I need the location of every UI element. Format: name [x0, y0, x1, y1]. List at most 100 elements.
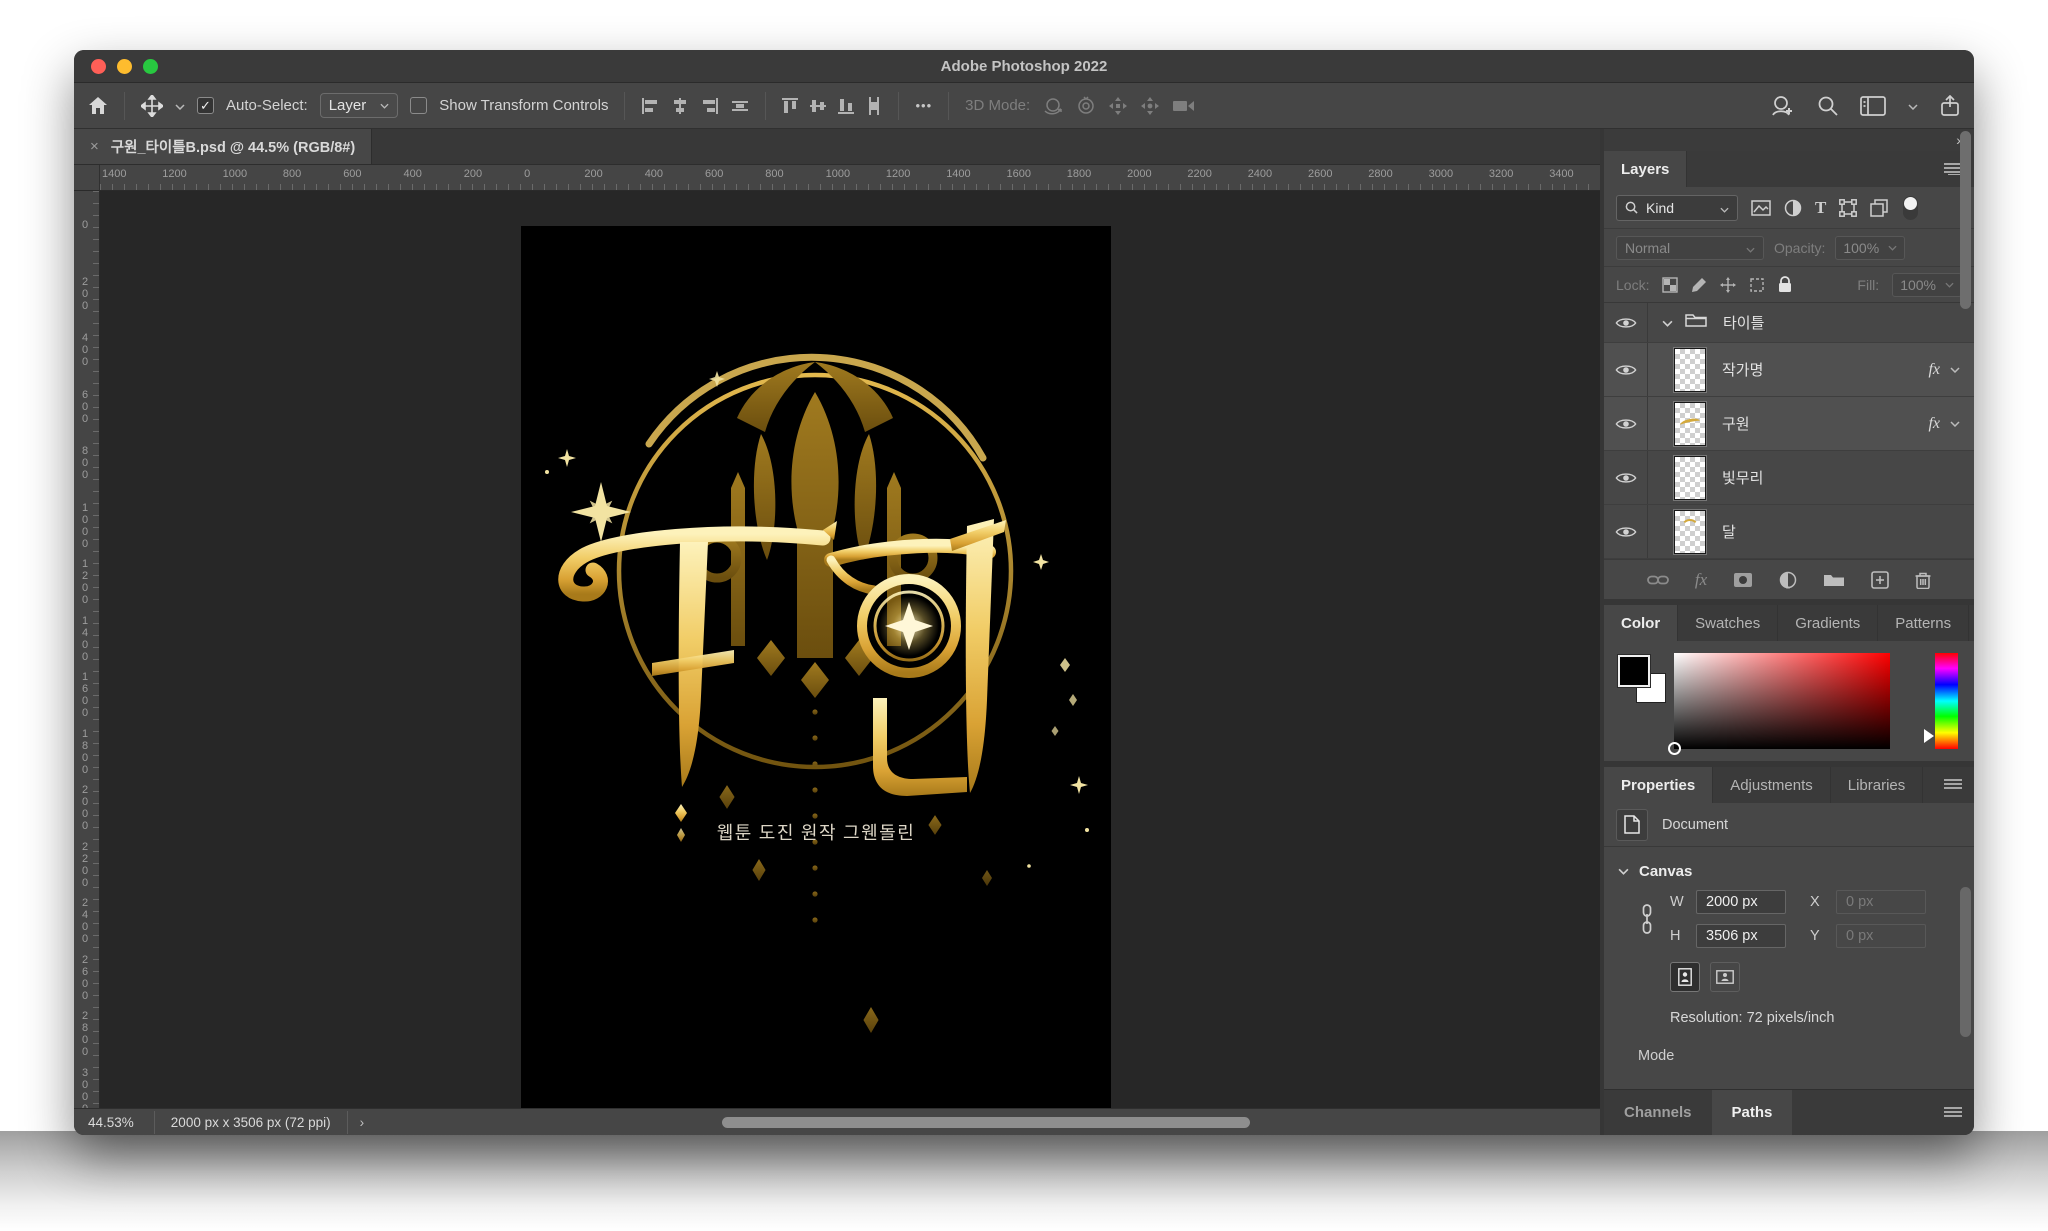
hue-slider-handle[interactable]: [1924, 729, 1934, 743]
lock-artboard-icon[interactable]: [1749, 277, 1765, 293]
auto-select-checkbox[interactable]: ✓: [197, 97, 214, 114]
visibility-eye-icon[interactable]: [1604, 505, 1648, 558]
distribute-horizontal-icon[interactable]: [731, 98, 749, 114]
bottom-panel-menu-icon[interactable]: [1932, 1090, 1974, 1135]
foreground-color-swatch[interactable]: [1618, 655, 1650, 687]
tab-swatches[interactable]: Swatches: [1678, 605, 1778, 641]
height-field[interactable]: 3506 px: [1696, 924, 1786, 948]
show-transform-checkbox[interactable]: [410, 97, 427, 114]
visibility-eye-icon[interactable]: [1604, 451, 1648, 504]
3d-camera-icon[interactable]: [1172, 98, 1196, 114]
zoom-level-field[interactable]: 44.53%: [88, 1115, 134, 1130]
lock-pixels-icon[interactable]: [1691, 277, 1707, 293]
filter-smart-objects-icon[interactable]: [1870, 199, 1888, 217]
tool-preset-chevron-icon[interactable]: [175, 97, 185, 114]
lock-transparency-icon[interactable]: [1662, 277, 1678, 293]
tab-channels[interactable]: Channels: [1604, 1090, 1712, 1135]
properties-scrollbar[interactable]: [1960, 887, 1971, 1037]
3d-roll-icon[interactable]: [1076, 96, 1096, 116]
share-user-icon[interactable]: [1771, 95, 1795, 117]
align-right-edges-icon[interactable]: [701, 98, 719, 114]
layer-row[interactable]: 빛무리: [1604, 451, 1974, 505]
filter-adjustment-layers-icon[interactable]: [1784, 199, 1802, 217]
tab-paths[interactable]: Paths: [1712, 1090, 1793, 1135]
layer-thumbnail[interactable]: [1674, 348, 1706, 392]
constrain-proportions-icon[interactable]: [1640, 904, 1654, 938]
tab-color[interactable]: Color: [1604, 605, 1678, 641]
properties-panel-menu-icon[interactable]: [1932, 767, 1974, 803]
portrait-orientation-button[interactable]: [1670, 962, 1700, 992]
delete-layer-icon[interactable]: [1915, 571, 1931, 589]
search-icon[interactable]: [1817, 95, 1838, 116]
y-field[interactable]: 0 px: [1836, 924, 1926, 948]
lock-position-icon[interactable]: [1720, 277, 1736, 293]
tab-libraries[interactable]: Libraries: [1831, 767, 1924, 803]
workspace-switcher-icon[interactable]: [1860, 96, 1886, 116]
foreground-background-swatches[interactable]: [1618, 655, 1670, 707]
tab-gradients[interactable]: Gradients: [1778, 605, 1878, 641]
close-tab-icon[interactable]: ×: [90, 138, 99, 155]
visibility-eye-icon[interactable]: [1604, 343, 1648, 396]
tab-adjustments[interactable]: Adjustments: [1713, 767, 1831, 803]
status-chevron-icon[interactable]: ›: [360, 1115, 365, 1130]
opacity-field[interactable]: 100%: [1835, 236, 1905, 260]
layer-thumbnail[interactable]: [1674, 402, 1706, 446]
3d-pan-icon[interactable]: [1108, 96, 1128, 116]
filter-kind-dropdown[interactable]: Kind: [1616, 195, 1738, 221]
workspace-chevron-icon[interactable]: [1908, 97, 1918, 114]
tab-properties[interactable]: Properties: [1604, 767, 1713, 803]
width-field[interactable]: 2000 px: [1696, 890, 1786, 914]
align-bottom-edges-icon[interactable]: [838, 97, 854, 115]
color-picker-handle[interactable]: [1668, 742, 1681, 755]
saturation-brightness-field[interactable]: [1674, 653, 1890, 749]
visibility-eye-icon[interactable]: [1604, 397, 1648, 450]
filter-pixel-layers-icon[interactable]: [1751, 200, 1771, 216]
filter-shape-layers-icon[interactable]: [1839, 199, 1857, 217]
tab-patterns[interactable]: Patterns: [1878, 605, 1969, 641]
align-horizontal-centers-icon[interactable]: [671, 98, 689, 114]
color-panel-menu-icon[interactable]: [1969, 605, 1974, 641]
layer-row[interactable]: 작가명 fx: [1604, 343, 1974, 397]
horizontal-scrollbar[interactable]: [722, 1117, 1250, 1128]
align-vertical-centers-icon[interactable]: [810, 97, 826, 115]
layers-scrollbar[interactable]: [1960, 131, 1971, 309]
fill-field[interactable]: 100%: [1892, 273, 1962, 297]
more-align-options-button[interactable]: •••: [915, 98, 932, 113]
3d-orbit-icon[interactable]: [1042, 96, 1064, 116]
tab-layers[interactable]: Layers: [1604, 151, 1687, 187]
layer-fx-badge[interactable]: fx: [1928, 415, 1940, 433]
blend-mode-dropdown[interactable]: Normal: [1616, 236, 1764, 260]
x-field[interactable]: 0 px: [1836, 890, 1926, 914]
link-layers-icon[interactable]: [1647, 574, 1669, 586]
distribute-vertical-icon[interactable]: [866, 97, 882, 115]
document-info[interactable]: 2000 px x 3506 px (72 ppi): [154, 1111, 348, 1134]
horizontal-ruler[interactable]: 1400120010008006004002000200400600800100…: [100, 165, 1600, 191]
share-export-icon[interactable]: [1940, 95, 1960, 117]
layer-group-row[interactable]: 타이틀: [1604, 303, 1974, 343]
home-icon[interactable]: [88, 96, 108, 115]
align-left-edges-icon[interactable]: [641, 98, 659, 114]
document-tab[interactable]: × 구원_타이틀B.psd @ 44.5% (RGB/8#): [74, 129, 372, 164]
add-layer-style-icon[interactable]: fx: [1695, 570, 1707, 590]
filter-type-layers-icon[interactable]: T: [1815, 198, 1826, 218]
visibility-eye-icon[interactable]: [1604, 303, 1648, 342]
add-layer-mask-icon[interactable]: [1733, 572, 1753, 588]
new-layer-icon[interactable]: [1871, 571, 1889, 589]
3d-slide-icon[interactable]: [1140, 96, 1160, 116]
new-adjustment-layer-icon[interactable]: [1779, 571, 1797, 589]
layer-row[interactable]: 구원 fx: [1604, 397, 1974, 451]
lock-all-icon[interactable]: [1778, 276, 1792, 293]
move-tool-icon[interactable]: [141, 95, 163, 117]
auto-select-target-dropdown[interactable]: Layer: [320, 93, 399, 118]
canvas-section-chevron-icon[interactable]: [1618, 868, 1629, 875]
align-top-edges-icon[interactable]: [782, 97, 798, 115]
layer-fx-badge[interactable]: fx: [1928, 361, 1940, 379]
group-expand-chevron-icon[interactable]: [1662, 314, 1673, 332]
new-group-icon[interactable]: [1823, 572, 1845, 588]
hue-strip[interactable]: [1935, 653, 1958, 749]
filter-toggle-switch[interactable]: [1903, 196, 1918, 220]
layer-thumbnail[interactable]: [1674, 456, 1706, 500]
vertical-ruler[interactable]: 0200400600800100012001400160018002000220…: [74, 191, 100, 1108]
canvas-viewport[interactable]: 웹툰 도진 원작 그웬돌린: [100, 191, 1600, 1108]
layer-row[interactable]: 달: [1604, 505, 1974, 559]
